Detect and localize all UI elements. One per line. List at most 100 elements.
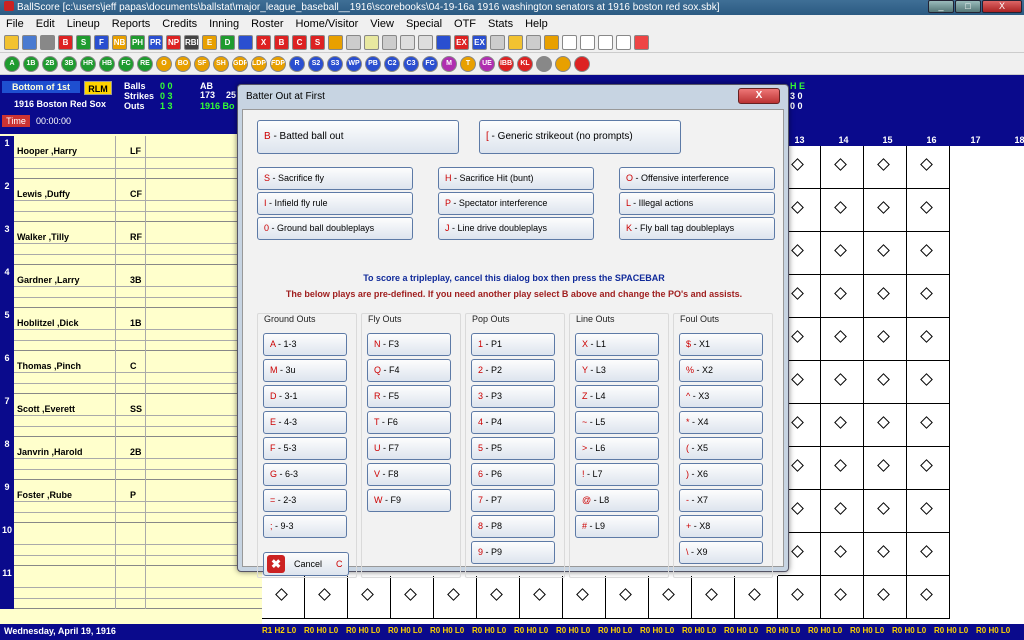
toolbar1-icon-0[interactable] [4,35,19,50]
toolbar2-icon-1[interactable]: 1B [23,55,39,72]
toolbar1-icon-15[interactable]: B [274,35,289,50]
toolbar1-icon-9[interactable]: NP [166,35,181,50]
play-button[interactable]: ; - 9-3 [263,515,347,538]
rlm-button[interactable]: RLM [84,81,112,95]
play-button[interactable]: X - L1 [575,333,659,356]
lineup-row[interactable]: 5 Hoblitzel ,Dick 1B [0,308,262,351]
toolbar2-icon-30[interactable] [574,55,590,72]
play-button[interactable]: > - L6 [575,437,659,460]
at-bat-cell[interactable] [907,146,950,189]
menu-stats[interactable]: Stats [488,15,513,33]
at-bat-cell[interactable] [821,576,864,619]
play-button[interactable]: V - F8 [367,463,451,486]
lineup-row[interactable]: 7 Scott ,Everett SS [0,394,262,437]
toolbar1-icon-30[interactable] [544,35,559,50]
toolbar1-icon-35[interactable] [634,35,649,50]
toolbar2-icon-12[interactable]: GDP [232,55,248,72]
at-bat-cell[interactable] [907,490,950,533]
menu-credits[interactable]: Credits [162,15,197,33]
toolbar2-icon-14[interactable]: FDP [270,55,286,72]
at-bat-cell[interactable] [821,318,864,361]
toolbar2-icon-9[interactable]: BO [175,55,191,72]
option-button[interactable]: O - Offensive interference [619,167,775,190]
toolbar1-icon-14[interactable]: X [256,35,271,50]
at-bat-cell[interactable] [821,189,864,232]
toolbar1-icon-19[interactable] [346,35,361,50]
toolbar2-icon-18[interactable]: WP [346,55,362,72]
toolbar2-icon-5[interactable]: HB [99,55,115,72]
play-button[interactable]: T - F6 [367,411,451,434]
toolbar1-icon-28[interactable] [508,35,523,50]
play-button[interactable]: 9 - P9 [471,541,555,564]
menu-inning[interactable]: Inning [209,15,239,33]
toolbar1-icon-23[interactable] [418,35,433,50]
play-button[interactable]: U - F7 [367,437,451,460]
at-bat-cell[interactable] [606,576,649,619]
at-bat-cell[interactable] [520,576,563,619]
toolbar2-icon-8[interactable]: O [156,55,172,72]
play-button[interactable]: N - F3 [367,333,451,356]
at-bat-cell[interactable] [821,447,864,490]
at-bat-cell[interactable] [649,576,692,619]
play-button[interactable]: 1 - P1 [471,333,555,356]
toolbar1-icon-7[interactable]: PH [130,35,145,50]
toolbar1-icon-33[interactable] [598,35,613,50]
at-bat-cell[interactable] [864,232,907,275]
at-bat-cell[interactable] [907,447,950,490]
menu-otf[interactable]: OTF [454,15,476,33]
minimize-button[interactable]: _ [928,0,954,13]
play-button[interactable]: M - 3u [263,359,347,382]
at-bat-cell[interactable] [864,318,907,361]
at-bat-cell[interactable] [907,275,950,318]
at-bat-cell[interactable] [821,490,864,533]
toolbar1-icon-27[interactable] [490,35,505,50]
toolbar1-icon-18[interactable] [328,35,343,50]
at-bat-cell[interactable] [907,533,950,576]
at-bat-cell[interactable] [864,533,907,576]
play-button[interactable]: * - X4 [679,411,763,434]
at-bat-cell[interactable] [907,189,950,232]
menu-special[interactable]: Special [406,15,442,33]
play-button[interactable]: \ - X9 [679,541,763,564]
play-button[interactable]: % - X2 [679,359,763,382]
at-bat-cell[interactable] [864,576,907,619]
play-button[interactable]: W - F9 [367,489,451,512]
toolbar1-icon-16[interactable]: C [292,35,307,50]
play-button[interactable]: Q - F4 [367,359,451,382]
lineup-row[interactable]: 1 Hooper ,Harry LF [0,136,262,179]
toolbar2-icon-24[interactable]: T [460,55,476,72]
menu-homevisitor[interactable]: Home/Visitor [296,15,359,33]
menu-view[interactable]: View [370,15,394,33]
at-bat-cell[interactable] [821,404,864,447]
lineup-row[interactable]: 2 Lewis ,Duffy CF [0,179,262,222]
batted-ball-out-button[interactable]: B - Batted ball out [257,120,459,154]
toolbar2-icon-11[interactable]: SH [213,55,229,72]
menu-edit[interactable]: Edit [36,15,55,33]
at-bat-cell[interactable] [864,361,907,404]
toolbar2-icon-19[interactable]: PB [365,55,381,72]
at-bat-cell[interactable] [563,576,606,619]
menu-help[interactable]: Help [525,15,548,33]
play-button[interactable]: = - 2-3 [263,489,347,512]
toolbar1-icon-10[interactable]: RBI [184,35,199,50]
at-bat-cell[interactable] [907,318,950,361]
toolbar1-icon-2[interactable] [40,35,55,50]
at-bat-cell[interactable] [907,232,950,275]
toolbar2-icon-21[interactable]: C3 [403,55,419,72]
toolbar1-icon-3[interactable]: B [58,35,73,50]
toolbar1-icon-21[interactable] [382,35,397,50]
play-button[interactable]: E - 4-3 [263,411,347,434]
toolbar2-icon-13[interactable]: LDP [251,55,267,72]
toolbar1-icon-17[interactable]: S [310,35,325,50]
play-button[interactable]: A - 1-3 [263,333,347,356]
play-button[interactable]: 6 - P6 [471,463,555,486]
at-bat-cell[interactable] [907,361,950,404]
play-button[interactable]: - - X7 [679,489,763,512]
at-bat-cell[interactable] [821,361,864,404]
play-button[interactable]: Z - L4 [575,385,659,408]
play-button[interactable]: Y - L3 [575,359,659,382]
play-button[interactable]: F - 5-3 [263,437,347,460]
play-button[interactable]: 4 - P4 [471,411,555,434]
toolbar1-icon-4[interactable]: S [76,35,91,50]
lineup-row[interactable]: 11 [0,566,262,609]
